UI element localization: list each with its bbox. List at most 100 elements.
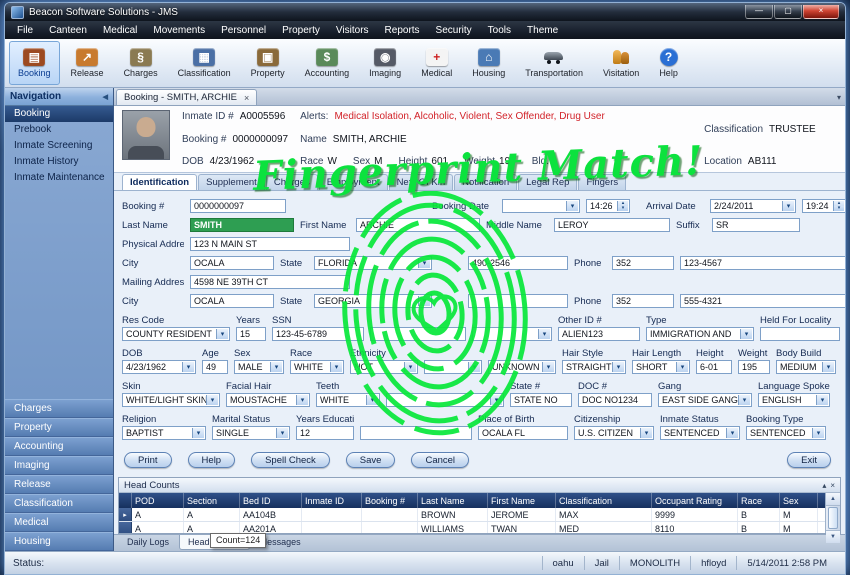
sidebar-item-inmate-maintenance[interactable]: Inmate Maintenance: [5, 170, 113, 186]
field-mailing-state[interactable]: GEORGIA: [314, 294, 432, 308]
sidebar-item-charges[interactable]: Charges: [5, 399, 113, 418]
field-dob[interactable]: 4/23/1962: [122, 360, 196, 374]
vertical-scrollbar[interactable]: ▲ ▼: [825, 493, 840, 533]
collapse-panel-icon[interactable]: ▴: [822, 481, 826, 490]
tab-notification[interactable]: Notification: [454, 174, 517, 190]
menu-medical[interactable]: Medical: [95, 23, 145, 38]
field-hair-style[interactable]: STRAIGHT: [562, 360, 626, 374]
toolbar-property[interactable]: ▣Property: [242, 41, 294, 85]
document-tab-booking[interactable]: Booking - SMITH, ARCHIE ×: [116, 89, 257, 105]
column-header-race[interactable]: Race: [738, 493, 780, 508]
menu-personnel[interactable]: Personnel: [213, 23, 274, 38]
field-mailing-phone-alt[interactable]: [468, 294, 568, 308]
field-booking-date[interactable]: [502, 199, 580, 213]
field-citizenship[interactable]: U.S. CITIZEN: [574, 426, 654, 440]
print-button[interactable]: Print: [124, 452, 172, 468]
sidebar-item-accounting[interactable]: Accounting: [5, 437, 113, 456]
toolbar-classification[interactable]: ▦Classification: [169, 41, 240, 85]
field-covered-field-3[interactable]: [424, 360, 482, 374]
navigation-header[interactable]: Navigation ◀: [5, 88, 113, 106]
scroll-up-icon[interactable]: ▲: [826, 493, 840, 506]
column-header-pod[interactable]: POD: [132, 493, 184, 508]
sidebar-item-housing[interactable]: Housing: [5, 532, 113, 551]
field-first-name[interactable]: ARCHIE: [356, 218, 480, 232]
tab-fingers[interactable]: Fingers: [578, 174, 626, 190]
field-place-of-birth[interactable]: OCALA FL: [478, 426, 568, 440]
field-physical-address[interactable]: 123 N MAIN ST: [190, 237, 350, 251]
field-booking-number[interactable]: 0000000097: [190, 199, 286, 213]
toolbar-help[interactable]: ?Help: [650, 41, 687, 85]
field-state-number[interactable]: STATE NO: [510, 393, 572, 407]
tab-employment[interactable]: Employment: [319, 174, 388, 190]
field-facial-hair[interactable]: MOUSTACHE: [226, 393, 310, 407]
sidebar-item-inmate-history[interactable]: Inmate History: [5, 154, 113, 170]
column-header-bed-id[interactable]: Bed ID: [240, 493, 302, 508]
toolbar-booking[interactable]: ▤Booking: [9, 41, 60, 85]
collapse-arrow-icon[interactable]: ◀: [103, 93, 108, 101]
close-button[interactable]: ×: [803, 5, 839, 19]
toolbar-visitation[interactable]: Visitation: [594, 41, 648, 85]
field-booking-type[interactable]: SENTENCED: [746, 426, 826, 440]
menu-visitors[interactable]: Visitors: [328, 23, 377, 38]
tab-identification[interactable]: Identification: [122, 174, 197, 190]
menu-tools[interactable]: Tools: [480, 23, 519, 38]
toolbar-charges[interactable]: §Charges: [115, 41, 167, 85]
field-mailing-phone-area[interactable]: 352: [612, 294, 674, 308]
exit-button[interactable]: Exit: [787, 452, 831, 468]
tab-supplement[interactable]: Supplement: [198, 174, 265, 190]
field-language-spoken[interactable]: ENGLISH: [758, 393, 830, 407]
field-hair-length[interactable]: SHORT: [632, 360, 690, 374]
field-booking-time[interactable]: 14:26: [586, 199, 630, 213]
field-hair-color[interactable]: UNKNOWN: [488, 360, 556, 374]
field-mailing-address[interactable]: 4598 NE 39TH CT: [190, 275, 350, 289]
maximize-button[interactable]: ▢: [774, 5, 802, 19]
sidebar-item-inmate-screening[interactable]: Inmate Screening: [5, 138, 113, 154]
menu-movements[interactable]: Movements: [145, 23, 213, 38]
head-counts-header[interactable]: Head Counts ▴ ×: [119, 478, 840, 493]
field-res-code[interactable]: COUNTY RESIDENT: [122, 327, 230, 341]
field-last-name[interactable]: SMITH: [190, 218, 294, 232]
toolbar-imaging[interactable]: ◉Imaging: [360, 41, 410, 85]
column-header-classification[interactable]: Classification: [556, 493, 652, 508]
field-physical-phone-alt[interactable]: 490-2546: [468, 256, 568, 270]
field-weight[interactable]: 195: [738, 360, 770, 374]
field-arrival-time[interactable]: 19:24: [802, 199, 846, 213]
field-age[interactable]: 49: [202, 360, 228, 374]
tab-charges[interactable]: Charges: [266, 174, 318, 190]
menu-reports[interactable]: Reports: [377, 23, 428, 38]
field-physical-phone-area[interactable]: 352: [612, 256, 674, 270]
column-header-occupant-rating[interactable]: Occupant Rating: [652, 493, 738, 508]
field-covered-field-2[interactable]: [472, 327, 552, 341]
column-header-last-name[interactable]: Last Name: [418, 493, 488, 508]
field-middle-name[interactable]: LEROY: [554, 218, 670, 232]
bottom-tab-daily-logs[interactable]: Daily Logs: [118, 535, 178, 550]
help-button[interactable]: Help: [188, 452, 236, 468]
column-header-sex[interactable]: Sex: [780, 493, 818, 508]
field-teeth[interactable]: WHITE: [316, 393, 380, 407]
field-physical-state[interactable]: FLORIDA: [314, 256, 432, 270]
field-years-education[interactable]: 12: [296, 426, 354, 440]
sidebar-item-medical[interactable]: Medical: [5, 513, 113, 532]
tab-next-of-kin[interactable]: Next Of Kin: [389, 174, 454, 190]
sidebar-item-property[interactable]: Property: [5, 418, 113, 437]
tab-legal-rep[interactable]: Legal Rep: [518, 174, 577, 190]
cancel-button[interactable]: Cancel: [411, 452, 469, 468]
toolbar-medical[interactable]: +Medical: [412, 41, 461, 85]
field-race[interactable]: WHITE: [290, 360, 344, 374]
field-covered-field-5[interactable]: [360, 426, 472, 440]
save-button[interactable]: Save: [346, 452, 396, 468]
field-mailing-phone[interactable]: 555-4321: [680, 294, 846, 308]
titlebar[interactable]: Beacon Software Solutions - JMS — ▢ ×: [5, 3, 845, 21]
table-row[interactable]: ▸AAAA104BBROWNJEROMEMAX9999BM: [119, 508, 825, 522]
field-covered-field-4[interactable]: [386, 393, 504, 407]
column-header-first-name[interactable]: First Name: [488, 493, 556, 508]
scrollbar-thumb[interactable]: [828, 507, 838, 529]
sidebar-item-release[interactable]: Release: [5, 475, 113, 494]
field-doc-number[interactable]: DOC NO1234: [578, 393, 652, 407]
menu-canteen[interactable]: Canteen: [41, 23, 95, 38]
field-covered-field-1[interactable]: [370, 327, 466, 341]
toolbar-housing[interactable]: ⌂Housing: [463, 41, 514, 85]
sidebar-item-booking[interactable]: Booking: [5, 106, 113, 122]
field-physical-phone[interactable]: 123-4567: [680, 256, 846, 270]
tab-close-icon[interactable]: ×: [244, 93, 249, 103]
